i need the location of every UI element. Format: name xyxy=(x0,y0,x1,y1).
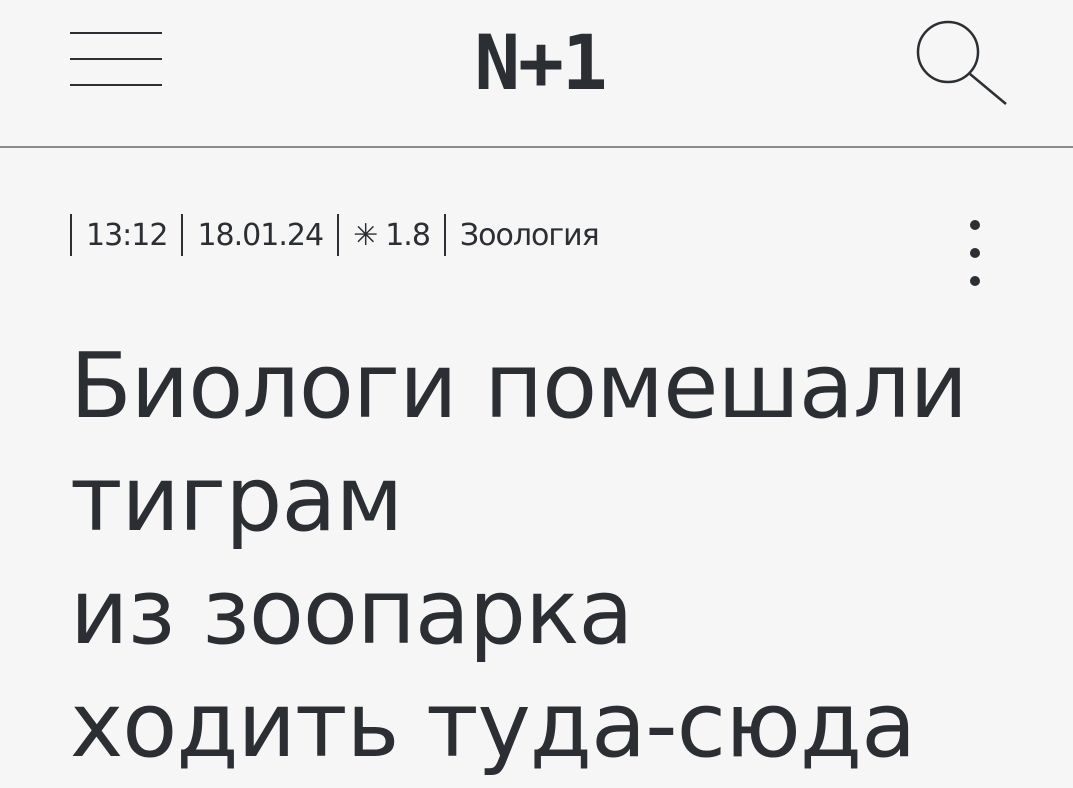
menu-line xyxy=(70,32,162,34)
headline-line: ходить туда-сюда xyxy=(70,673,916,778)
article-headline: Биологи помешали тиграм из зоопарка ходи… xyxy=(70,330,1030,782)
meta-divider xyxy=(443,214,446,256)
site-header: N+1 xyxy=(0,0,1073,148)
publish-date: 18.01.24 xyxy=(197,217,324,253)
menu-line xyxy=(70,84,162,86)
category-link[interactable]: Зоология xyxy=(460,218,600,253)
asterisk-icon: ✳ xyxy=(353,217,378,253)
difficulty-rating: ✳ 1.8 xyxy=(353,217,431,253)
publish-time: 13:12 xyxy=(86,217,168,253)
article-meta: 13:12 18.01.24 ✳ 1.8 Зоология xyxy=(70,210,600,260)
difficulty-value: 1.8 xyxy=(385,217,431,253)
headline-line: тиграм xyxy=(70,447,403,552)
dot xyxy=(970,220,980,230)
hamburger-menu-icon[interactable] xyxy=(70,30,164,88)
meta-divider xyxy=(181,214,184,256)
meta-divider xyxy=(337,214,340,256)
meta-divider xyxy=(70,214,72,256)
headline-line: Биологи помешали xyxy=(70,334,968,439)
menu-line xyxy=(70,58,162,60)
search-icon[interactable] xyxy=(912,14,1012,110)
site-logo[interactable]: N+1 xyxy=(450,18,630,108)
dot xyxy=(970,276,980,286)
dot xyxy=(970,248,980,258)
headline-line: из зоопарка xyxy=(70,560,634,665)
vertical-dots-icon[interactable] xyxy=(960,214,992,290)
